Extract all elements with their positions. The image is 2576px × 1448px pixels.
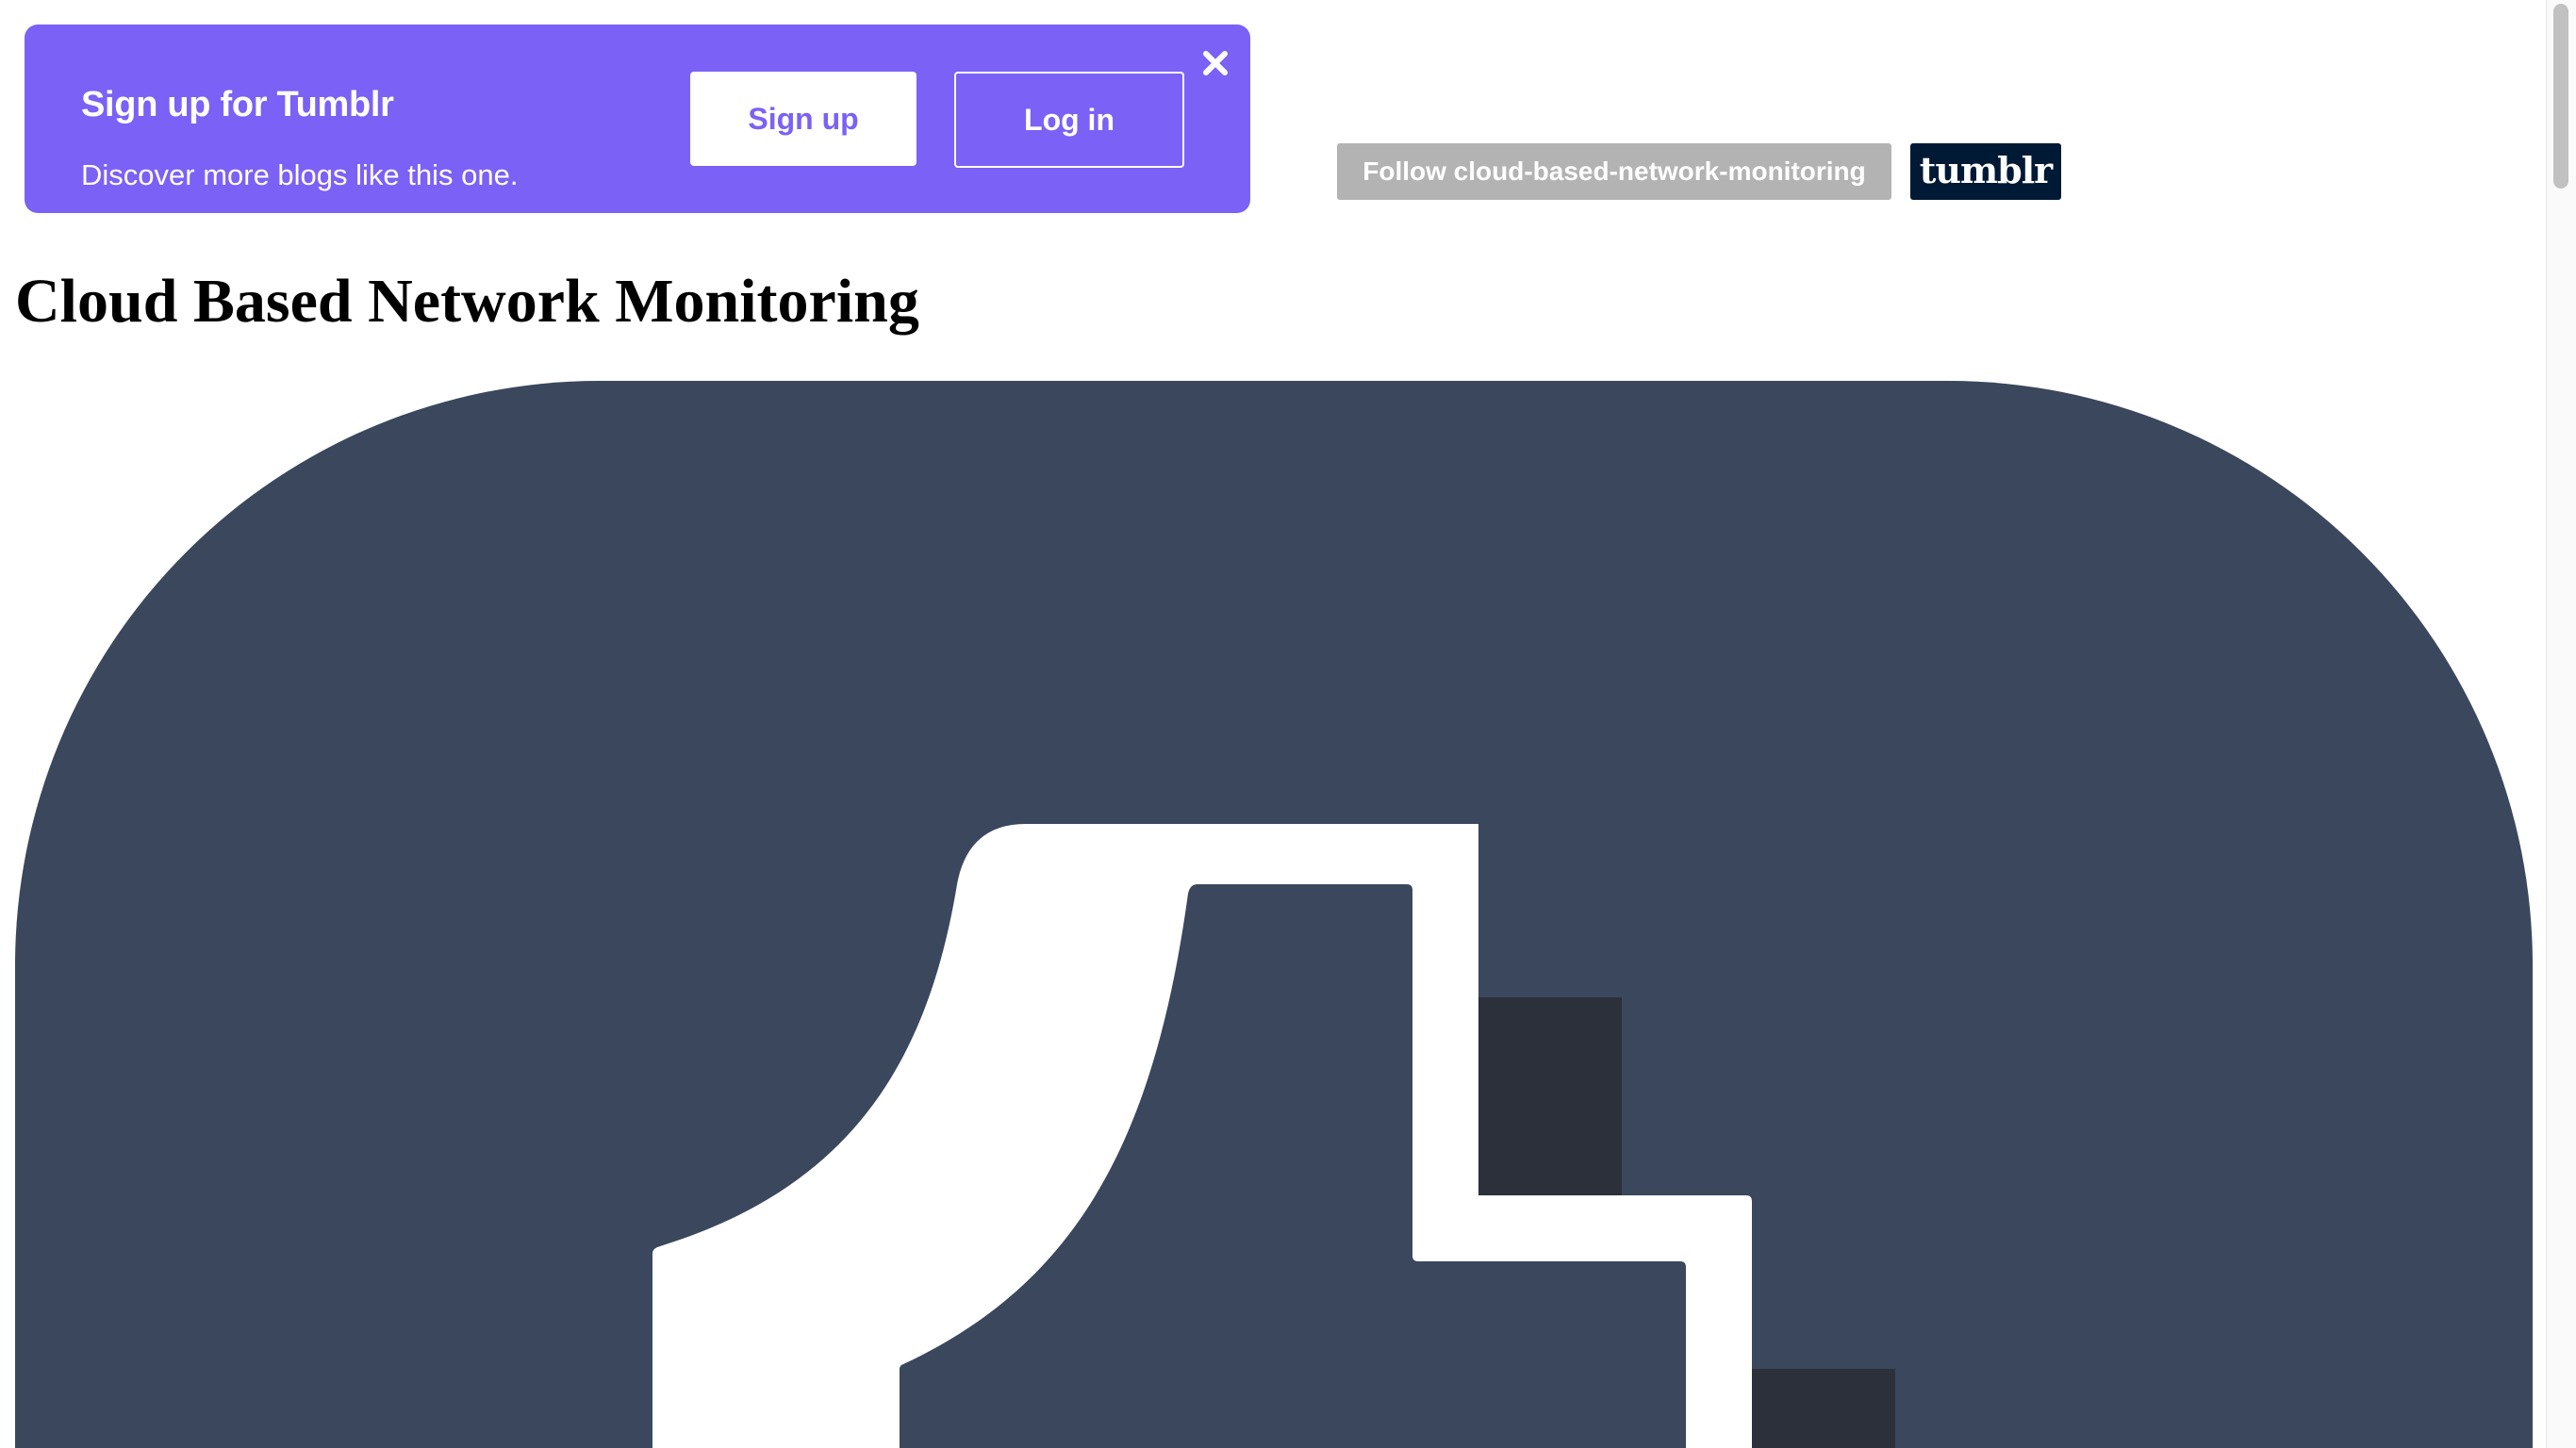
scrollbar-thumb[interactable]: [2553, 4, 2568, 189]
page-title: Cloud Based Network Monitoring: [15, 267, 919, 336]
follow-blog-button[interactable]: Follow cloud-based-network-monitoring: [1337, 143, 1891, 200]
close-icon: [1203, 51, 1228, 75]
avatar-shadow-lower: [1752, 1369, 1895, 1448]
signup-button[interactable]: Sign up: [690, 72, 916, 166]
avatar-shadow-upper: [1478, 997, 1622, 1195]
signup-banner-subtitle: Discover more blogs like this one.: [81, 158, 519, 191]
login-button[interactable]: Log in: [954, 72, 1184, 168]
signup-banner: Sign up for Tumblr Discover more blogs l…: [25, 25, 1250, 213]
tumblr-default-avatar-icon: [15, 381, 2533, 1448]
signup-banner-title: Sign up for Tumblr: [81, 85, 394, 124]
vertical-scrollbar[interactable]: [2546, 0, 2576, 1448]
close-banner-button[interactable]: [1199, 47, 1231, 79]
avatar-background: [15, 381, 2533, 1448]
tumblr-logo[interactable]: tumblr: [1910, 143, 2061, 200]
